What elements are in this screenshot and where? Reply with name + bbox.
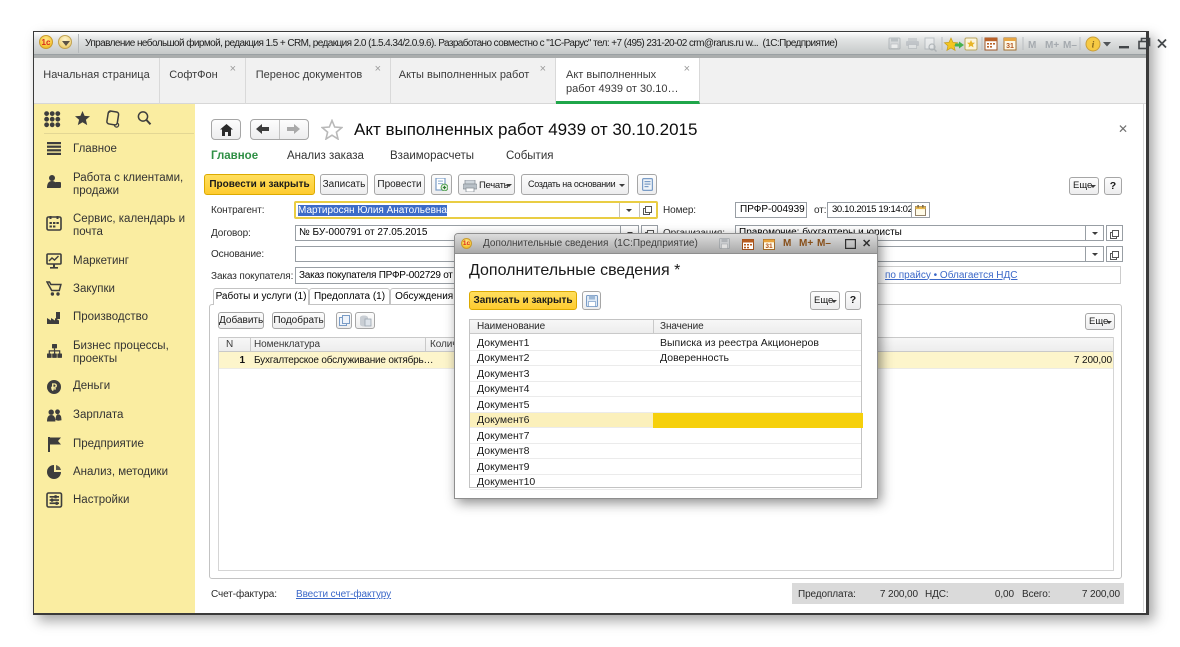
svg-text:31: 31 [1006, 43, 1014, 50]
svg-text:31: 31 [765, 243, 773, 250]
svg-text:М: М [1028, 40, 1036, 51]
svg-text:М+: М+ [1045, 40, 1059, 51]
svg-text:М–: М– [1063, 40, 1077, 51]
svg-text:₽: ₽ [51, 382, 58, 393]
